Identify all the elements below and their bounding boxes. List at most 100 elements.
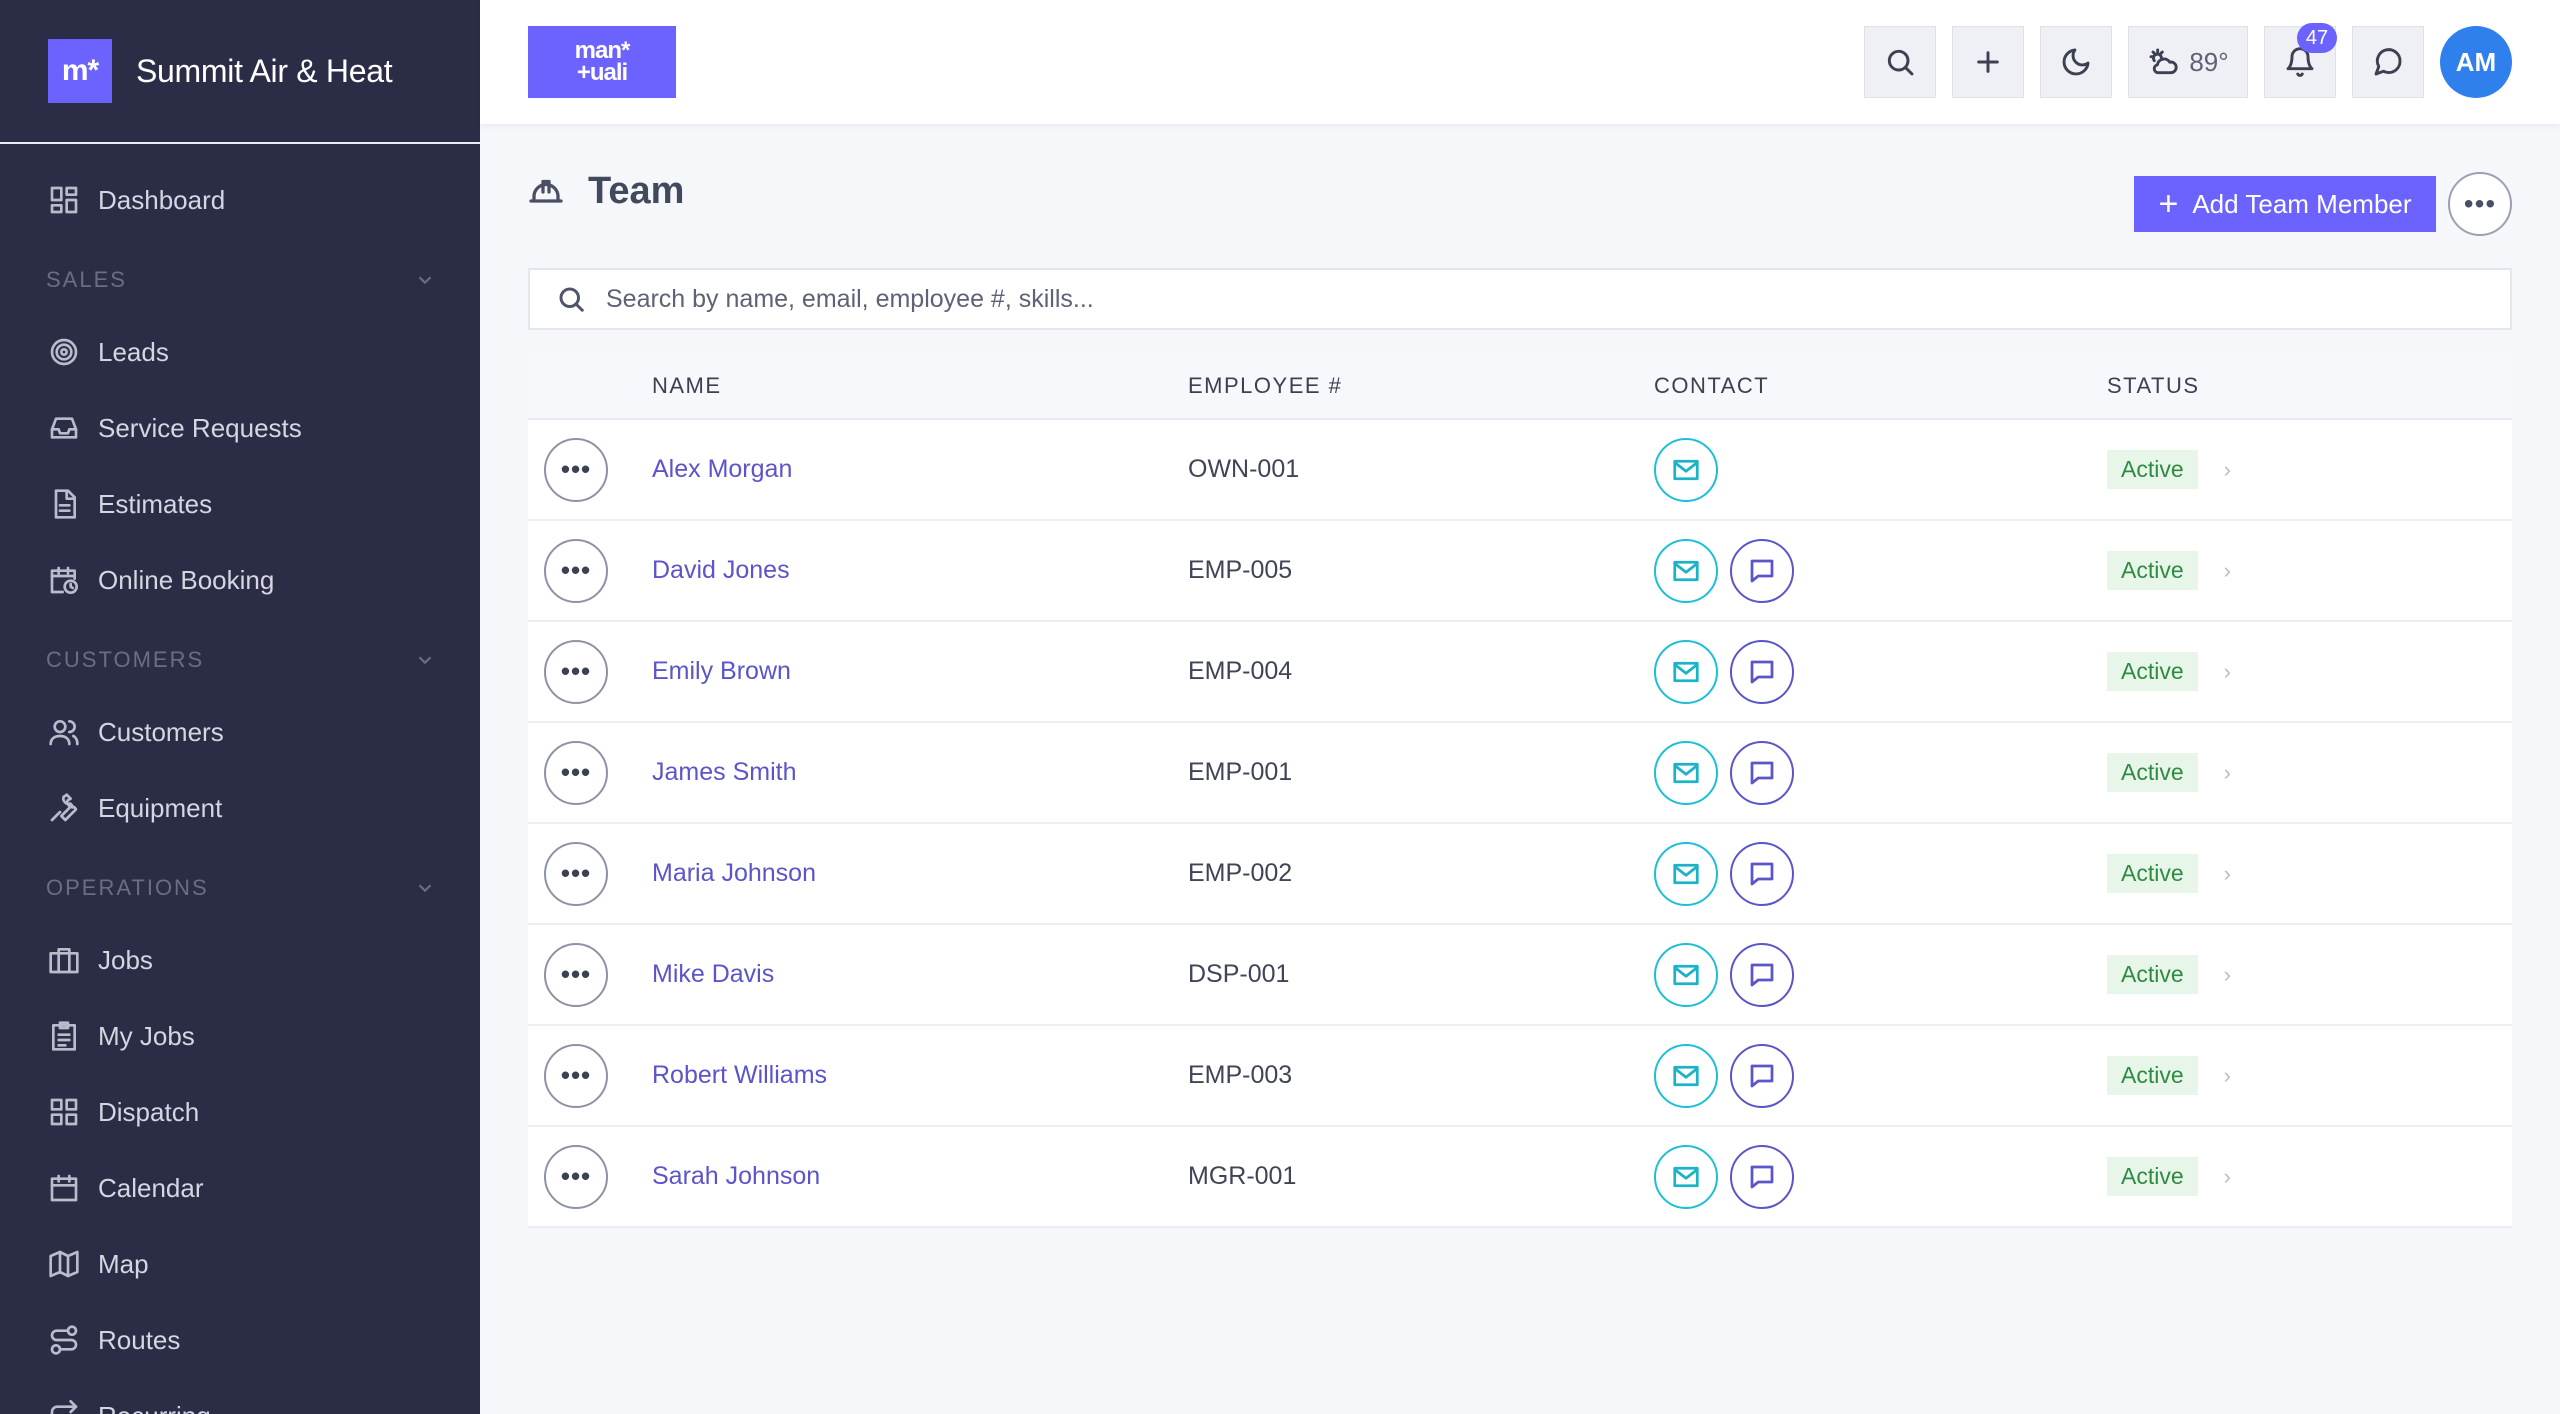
repeat-icon [50,1400,78,1414]
table-row[interactable]: ••• James Smith EMP-001 Active › [528,723,2512,824]
sidebar-item-estimates[interactable]: Estimates [0,466,480,542]
sidebar-item-label: Dashboard [98,184,226,215]
message-button[interactable] [1730,538,1794,603]
table-header: NAME EMPLOYEE # CONTACT STATUS [528,354,2512,420]
chevron-right-icon[interactable]: › [2224,659,2231,685]
topbar: man* +uali 89° 47 AM [480,0,2560,124]
table-row[interactable]: ••• David Jones EMP-005 Active › [528,521,2512,622]
chevron-right-icon[interactable]: › [2224,861,2231,887]
message-button[interactable] [1730,740,1794,805]
avatar[interactable]: AM [2440,26,2512,98]
table-row[interactable]: ••• Mike Davis DSP-001 Active › [528,925,2512,1026]
sidebar-item-service-requests[interactable]: Service Requests [0,390,480,466]
table-row[interactable]: ••• Robert Williams EMP-003 Active › [528,1026,2512,1127]
email-button[interactable] [1654,942,1718,1007]
add-team-member-button[interactable]: + Add Team Member [2134,176,2436,232]
member-name-link[interactable]: Emily Brown [652,657,791,685]
table-row[interactable]: ••• Emily Brown EMP-004 Active › [528,622,2512,723]
member-name-link[interactable]: Maria Johnson [652,859,816,887]
chevron-right-icon[interactable]: › [2224,558,2231,584]
column-header-employee[interactable]: EMPLOYEE # [1188,373,1654,399]
status-badge: Active [2107,1056,2198,1095]
member-name-link[interactable]: Robert Williams [652,1061,827,1089]
messages-button[interactable] [2352,26,2424,98]
email-button[interactable] [1654,841,1718,906]
email-button[interactable] [1654,1144,1718,1209]
row-actions-button[interactable]: ••• [544,639,608,704]
message-button[interactable] [1730,942,1794,1007]
message-button[interactable] [1730,639,1794,704]
search-icon [559,287,584,312]
sidebar-item-jobs[interactable]: Jobs [0,922,480,998]
sidebar-item-label: Equipment [98,792,223,823]
member-name-link[interactable]: David Jones [652,556,790,584]
notification-count-badge: 47 [2297,23,2337,53]
sidebar-section-sales[interactable]: SALES [0,246,480,314]
weather-widget[interactable]: 89° [2128,26,2248,98]
sidebar-item-label: Service Requests [98,412,302,443]
sidebar-item-leads[interactable]: Leads [0,314,480,390]
message-button[interactable] [1730,841,1794,906]
team-search-bar [528,268,2512,330]
row-actions-button[interactable]: ••• [544,538,608,603]
table-row[interactable]: ••• Sarah Johnson MGR-001 Active › [528,1127,2512,1228]
sidebar-item-customers[interactable]: Customers [0,694,480,770]
mail-icon [1673,661,1699,682]
row-actions-button[interactable]: ••• [544,841,608,906]
section-title: OPERATIONS [46,875,209,900]
status-badge: Active [2107,955,2198,994]
row-actions-button[interactable]: ••• [544,1144,608,1209]
message-button[interactable] [1730,1043,1794,1108]
sidebar-item-routes[interactable]: Routes [0,1302,480,1378]
member-name-link[interactable]: Mike Davis [652,960,774,988]
column-header-name[interactable]: NAME [652,373,1188,399]
sidebar-item-online-booking[interactable]: Online Booking [0,542,480,618]
team-search-input[interactable] [606,284,2406,314]
search-button[interactable] [1864,26,1936,98]
chevron-right-icon[interactable]: › [2224,457,2231,483]
chevron-right-icon[interactable]: › [2224,962,2231,988]
chevron-right-icon[interactable]: › [2224,1063,2231,1089]
row-actions-button[interactable]: ••• [544,942,608,1007]
sidebar-section-customers[interactable]: CUSTOMERS [0,626,480,694]
brand[interactable]: m* Summit Air & Heat [0,0,480,144]
row-actions-button[interactable]: ••• [544,740,608,805]
sidebar-item-recurring[interactable]: Recurring [0,1378,480,1414]
mail-icon [1673,560,1699,581]
email-button[interactable] [1654,1043,1718,1108]
email-button[interactable] [1654,437,1718,502]
sidebar-item-equipment[interactable]: Equipment [0,770,480,846]
create-button[interactable] [1952,26,2024,98]
member-name-link[interactable]: Sarah Johnson [652,1162,820,1190]
sidebar-item-map[interactable]: Map [0,1226,480,1302]
row-actions-button[interactable]: ••• [544,437,608,502]
table-body: ••• Alex Morgan OWN-001 Active › ••• Dav… [528,420,2512,1228]
top-logo[interactable]: man* +uali [528,26,676,98]
chevron-right-icon[interactable]: › [2224,1164,2231,1190]
sidebar-item-dashboard[interactable]: Dashboard [0,162,480,238]
email-button[interactable] [1654,740,1718,805]
mail-icon [1673,1065,1699,1086]
sidebar-item-label: Estimates [98,488,213,519]
map-icon [49,1250,79,1278]
member-name-link[interactable]: James Smith [652,758,796,786]
email-button[interactable] [1654,538,1718,603]
message-button[interactable] [1730,1144,1794,1209]
email-button[interactable] [1654,639,1718,704]
sidebar-item-my-jobs[interactable]: My Jobs [0,998,480,1074]
sidebar-section-operations[interactable]: OPERATIONS [0,854,480,922]
sidebar-item-calendar[interactable]: Calendar [0,1150,480,1226]
table-row[interactable]: ••• Alex Morgan OWN-001 Active › [528,420,2512,521]
row-actions-button[interactable]: ••• [544,1043,608,1108]
sidebar-item-dispatch[interactable]: Dispatch [0,1074,480,1150]
page-more-options-button[interactable]: ••• [2448,172,2512,236]
dark-mode-toggle[interactable] [2040,26,2112,98]
page-header: Team [528,170,684,213]
briefcase-icon [49,948,79,974]
table-row[interactable]: ••• Maria Johnson EMP-002 Active › [528,824,2512,925]
chevron-right-icon[interactable]: › [2224,760,2231,786]
notifications-button[interactable]: 47 [2264,23,2337,98]
member-name-link[interactable]: Alex Morgan [652,455,792,483]
top-logo-line2: +uali [576,59,628,86]
column-header-status[interactable]: STATUS [2107,373,2512,399]
